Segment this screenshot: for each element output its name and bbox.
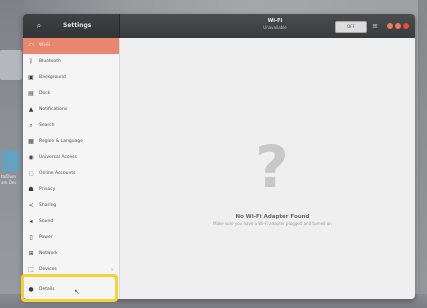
sidebar-item-label: Notifications [39,107,68,112]
header-bar: ⌕ Settings Wi-Fi Unavailable OFF ≡ [23,14,415,38]
sound-icon: ◂ [29,218,33,225]
details-highlight-box [21,274,118,302]
sidebar-item-search[interactable]: ⌕ Search [23,118,119,134]
sidebar-item-label: Background [39,75,66,80]
sidebar-item-bluetooth[interactable]: ᛒ Bluetooth [23,54,119,70]
sidebar-item-power[interactable]: ▯ Power [23,230,119,246]
sidebar-item-label: Sound [39,219,54,224]
network-icon: ⊞ [28,250,34,257]
no-adapter-subtitle: Make sure you have a Wi-Fi adapter plugg… [213,221,332,226]
bluetooth-icon: ᛒ [29,58,33,65]
privacy-icon: ☗ [28,186,34,193]
settings-window: ⌕ Settings Wi-Fi Unavailable OFF ≡ ◠ Wi-… [23,14,415,299]
sidebar-item-label: Power [39,235,53,240]
close-button[interactable] [403,23,409,29]
sidebar-item-label: Network [39,251,58,256]
power-icon: ▯ [29,234,33,241]
panel-title: Wi-Fi [267,18,283,24]
sidebar-item-dock[interactable]: ▤ Dock [23,86,119,102]
sidebar-item-label: Region & Language [39,139,83,144]
search-icon[interactable]: ⌕ [33,20,45,32]
wifi-panel: ? No Wi-Fi Adapter Found Make sure you h… [120,38,415,299]
sidebar-item-label: Universal Access [39,155,77,160]
sidebar-item-universal-access[interactable]: ◉ Universal Access [23,150,119,166]
sidebar-item-background[interactable]: ▣ Background [23,70,119,86]
sidebar-item-network[interactable]: ⊞ Network [23,246,119,262]
sharing-icon: ≺ [28,202,34,209]
maximize-button[interactable] [395,23,401,29]
sidebar-item-region[interactable]: ▦ Region & Language [23,134,119,150]
sidebar-item-label: Search [39,123,55,128]
sidebar-title: Settings [63,22,92,29]
sidebar-header: ⌕ Settings [23,14,120,38]
sidebar-item-label: Online Accounts [39,171,76,176]
desktop-file-label-2: ark Des [1,180,17,185]
region-icon: ▦ [28,138,34,145]
sidebar-item-label: Wi-Fi [39,43,50,48]
sidebar-item-wifi[interactable]: ◠ Wi-Fi [23,38,119,54]
accounts-icon: ◌ [28,170,34,177]
no-adapter-title: No Wi-Fi Adapter Found [235,214,310,220]
sidebar-item-label: Dock [39,91,51,96]
background-icon: ▣ [28,74,34,81]
bell-icon: ▲ [28,106,34,113]
search-icon: ⌕ [29,122,33,129]
sidebar-item-sharing[interactable]: ≺ Sharing [23,198,119,214]
mouse-cursor-icon: ↖ [74,288,80,296]
minimize-button[interactable] [387,23,393,29]
desktop: ta/Dum ark Des ⌕ Settings Wi-Fi Unavaila… [0,0,427,308]
desktop-right-edge [418,0,427,308]
wifi-icon: ◠ [28,42,34,49]
desktop-file-thumbnail[interactable] [0,50,22,80]
accessibility-icon: ◉ [28,154,34,161]
no-adapter-question-icon: ? [255,133,289,201]
sidebar-item-notifications[interactable]: ▲ Notifications [23,102,119,118]
menu-icon[interactable]: ≡ [371,20,379,32]
sidebar: ◠ Wi-Fi ᛒ Bluetooth ▣ Background ▤ Dock … [23,38,120,299]
sidebar-item-label: Privacy [39,187,56,192]
sidebar-item-label: Sharing [39,203,57,208]
sidebar-item-online-accounts[interactable]: ◌ Online Accounts [23,166,119,182]
sidebar-item-sound[interactable]: ◂ Sound [23,214,119,230]
dock-icon: ▤ [28,90,34,97]
wifi-toggle[interactable]: OFF [335,21,367,33]
desktop-file-label: ta/Dum [1,174,16,179]
sidebar-item-privacy[interactable]: ☗ Privacy [23,182,119,198]
panel-subtitle: Unavailable [263,25,287,30]
desktop-image-thumbnail[interactable] [2,150,20,172]
sidebar-item-label: Bluetooth [39,59,61,64]
